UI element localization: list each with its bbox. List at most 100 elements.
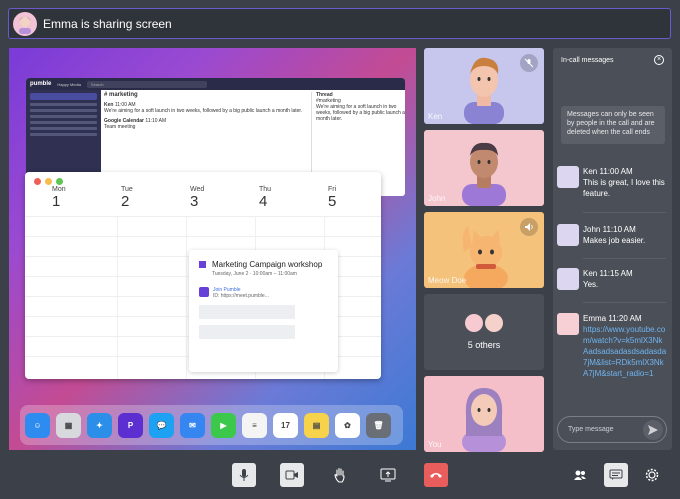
speaking-icon: [520, 218, 538, 236]
event-join[interactable]: Join Pumble ID: https://meet.pumble...: [199, 287, 328, 299]
avatar: [485, 314, 503, 332]
send-icon[interactable]: [643, 420, 663, 440]
thread-message: We're aiming for a soft launch in two we…: [316, 104, 405, 122]
avatar: [557, 224, 579, 246]
calendar-day: Tue 2: [94, 186, 163, 216]
macos-dock: ☺ ▦ ✦ P 💬 ✉ ▶ ≡ 17 ▤ ✿ 🗑: [20, 405, 403, 445]
divider: [583, 258, 666, 259]
day-name: Thu: [259, 186, 272, 193]
chat-message-body: Ken 11:00 AM This is great, I love this …: [583, 166, 669, 199]
dock-icon-mail[interactable]: ✉: [180, 412, 205, 438]
participant-tile-others[interactable]: 5 others: [424, 294, 544, 370]
day-number: 4: [259, 193, 268, 210]
msg-author: John: [583, 225, 601, 234]
raise-hand-button[interactable]: [328, 463, 352, 487]
dock-icon-safari[interactable]: ✦: [87, 412, 112, 438]
dock-icon-finder[interactable]: ☺: [25, 412, 50, 438]
day-number: 2: [121, 193, 130, 210]
channel-name: # marketing: [104, 92, 138, 98]
chat-message: Emma 11:20 AM https://www.youtube.com/wa…: [557, 313, 669, 379]
sidebar-line: [30, 127, 97, 130]
zoom-dot-icon: [56, 178, 63, 185]
avatar: [557, 268, 579, 290]
event-time: Tuesday, June 2 · 10:00am – 11:00am: [212, 271, 297, 277]
share-screen-icon: [380, 468, 396, 482]
avatar: [465, 314, 483, 332]
dock-icon-facetime[interactable]: ▶: [211, 412, 236, 438]
msg-time: 11:10 AM: [602, 225, 636, 234]
dock-icon-photos[interactable]: ✿: [335, 412, 360, 438]
settings-button[interactable]: [640, 463, 664, 487]
dock-icon-trash[interactable]: 🗑: [366, 412, 391, 438]
chat-button[interactable]: [604, 463, 628, 487]
sidebar-line: [30, 115, 97, 118]
chat-input[interactable]: Type message: [557, 416, 667, 443]
participants-button[interactable]: [568, 463, 592, 487]
avatar: [557, 166, 579, 188]
msg-time: 11:10 AM: [145, 118, 167, 124]
calendar-day: Fri 5: [301, 186, 370, 216]
participant-name: John: [428, 194, 446, 203]
shared-screen: pumble Happy Media Search # marketing Ke…: [9, 48, 416, 450]
dock-icon-calendar[interactable]: 17: [273, 412, 298, 438]
msg-text: Yes.: [583, 280, 599, 289]
event-title-row: Marketing Campaign workshop: [199, 260, 328, 269]
share-screen-button[interactable]: [376, 463, 400, 487]
calendar-window: Mon 1 Tue 2 Wed 3 Thu 4 Fri 5 Marketing Campa…: [25, 172, 381, 379]
camera-icon: [285, 470, 298, 480]
chat-message-body: Ken 11:15 AM Yes.: [583, 268, 633, 290]
day-name: Wed: [190, 186, 205, 193]
day-name: Tue: [121, 186, 133, 193]
msg-author: Ken: [583, 269, 598, 278]
dock-icon-pumble[interactable]: P: [118, 412, 143, 438]
chat-title: In-call messages: [561, 56, 614, 64]
day-number: 1: [52, 193, 61, 210]
dock-icon-reminders[interactable]: ≡: [242, 412, 267, 438]
msg-text: Makes job easier.: [583, 236, 646, 245]
divider: [583, 302, 666, 303]
microphone-button[interactable]: [232, 463, 256, 487]
participant-tile-meow-doe[interactable]: Meow Doe: [424, 212, 544, 288]
chat-header: In-call messages ×: [553, 48, 672, 72]
grid-col: [186, 216, 187, 379]
participant-tile-you[interactable]: You: [424, 376, 544, 452]
close-icon[interactable]: ×: [654, 55, 664, 65]
muted-mic-icon: [520, 54, 538, 72]
pumble-icon: [199, 287, 209, 297]
sidebar-line: [30, 103, 97, 106]
calendar-day: Mon 1: [25, 186, 94, 216]
pumble-logo: pumble: [30, 81, 52, 87]
participant-tile-john[interactable]: John: [424, 130, 544, 206]
participant-tile-ken[interactable]: Ken: [424, 48, 544, 124]
pumble-topbar: pumble Happy Media Search: [26, 78, 405, 90]
event-title: Marketing Campaign workshop: [212, 260, 323, 269]
grid-col: [117, 216, 118, 379]
event-color-icon: [199, 261, 206, 268]
chat-message: Ken 11:15 AM Yes.: [557, 268, 669, 290]
chat-message-body: John 11:10 AM Makes job easier.: [583, 224, 645, 246]
day-number: 5: [328, 193, 337, 210]
day-number: 3: [190, 193, 199, 210]
minimize-dot-icon: [45, 178, 52, 185]
calendar-day: Wed 3: [163, 186, 232, 216]
day-name: Mon: [52, 186, 66, 193]
dock-icon-notes[interactable]: ▤: [304, 412, 329, 438]
msg-link[interactable]: https://www.youtube.com/watch?v=k5mlX3Nk…: [583, 324, 667, 379]
gear-icon: [645, 468, 659, 482]
dock-icon-messages[interactable]: 💬: [149, 412, 174, 438]
sidebar-line: [30, 121, 97, 124]
chat-input-placeholder: Type message: [568, 426, 614, 433]
hang-up-button[interactable]: [424, 463, 448, 487]
event-details-card[interactable]: Marketing Campaign workshop Tuesday, Jun…: [189, 250, 338, 372]
window-controls: [34, 178, 63, 185]
call-controls: [0, 455, 680, 499]
others-avatars: [465, 314, 503, 332]
dock-icon-launchpad[interactable]: ▦: [56, 412, 81, 438]
camera-button[interactable]: [280, 463, 304, 487]
chat-message: John 11:10 AM Makes job easier.: [557, 224, 669, 246]
pumble-search: Search: [86, 80, 207, 88]
participant-name: You: [428, 440, 442, 449]
participants-icon: [574, 470, 586, 480]
calendar-day: Thu 4: [232, 186, 301, 216]
pumble-message: Ken 11:00 AM We're aiming for a soft lau…: [104, 102, 304, 114]
